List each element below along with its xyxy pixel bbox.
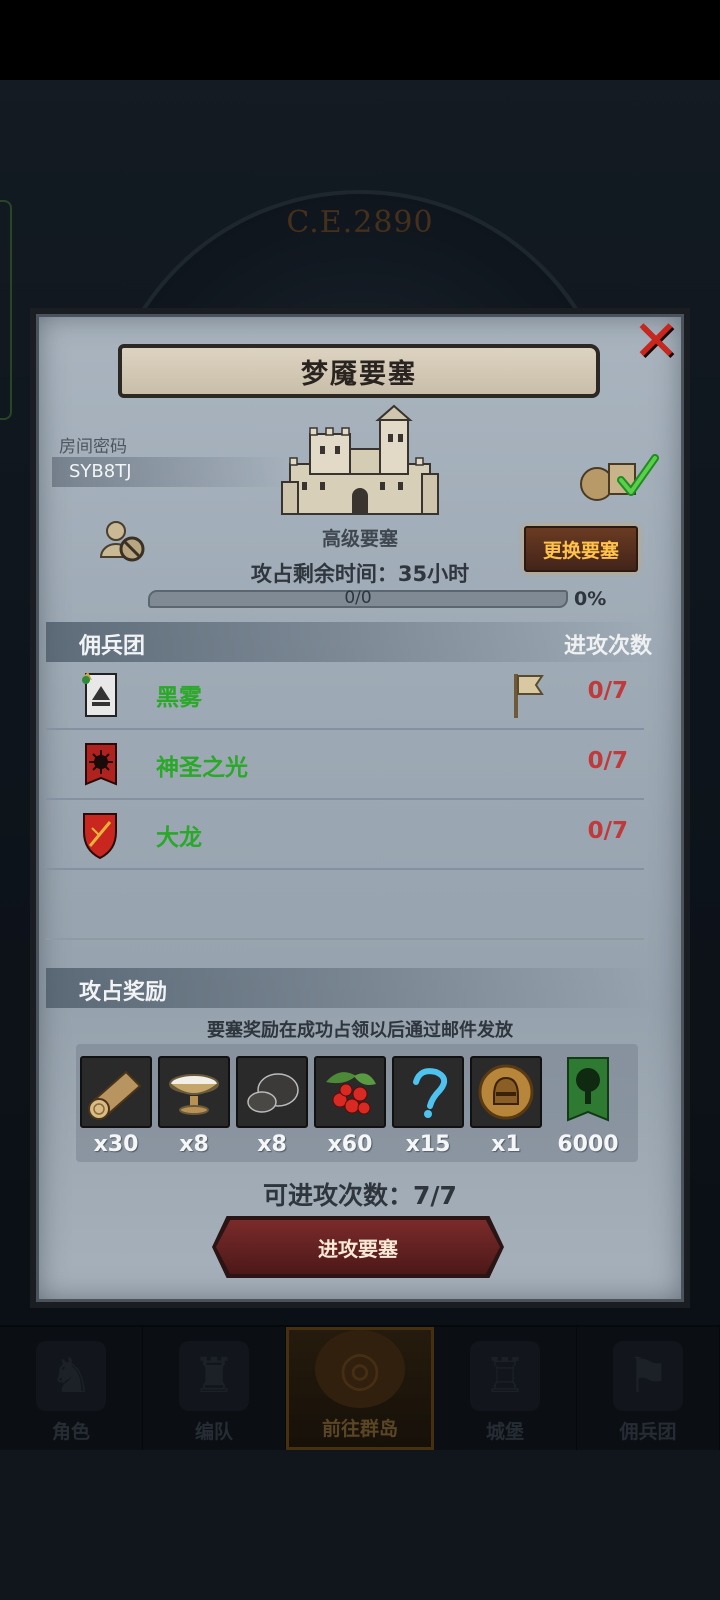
reward-qty: x8 xyxy=(179,1132,209,1157)
reward-item[interactable]: x15 xyxy=(392,1056,464,1157)
close-button[interactable]: ✕ xyxy=(628,314,684,370)
progress-text: 0/0 xyxy=(344,588,372,608)
reward-item[interactable]: x8 xyxy=(158,1056,230,1157)
mercenary-name: 大龙 xyxy=(156,825,202,851)
mercenary-name: 黑雾 xyxy=(156,685,202,711)
attack-count-header-label: 进攻次数 xyxy=(563,634,652,659)
wood-log-icon xyxy=(80,1056,152,1128)
supplies-check-icon[interactable] xyxy=(577,450,659,502)
castle-image xyxy=(281,404,439,515)
holy-light-banner-icon xyxy=(85,743,117,786)
berries-icon xyxy=(314,1056,386,1128)
available-attacks: 可进攻次数：7/7 xyxy=(263,1181,457,1210)
status-bar xyxy=(0,0,720,80)
reward-qty: x1 xyxy=(491,1132,521,1157)
empty-mercenary-slot xyxy=(46,872,644,940)
attack-count: 0/7 xyxy=(587,818,628,844)
rewards-header-label: 攻占奖励 xyxy=(79,980,168,1005)
mercenary-section-header: 佣兵团 进攻次数 xyxy=(46,622,654,662)
reward-item[interactable]: x60 xyxy=(314,1056,386,1157)
dialog-title: 梦魇要塞 xyxy=(118,344,600,398)
reward-item[interactable]: x30 xyxy=(80,1056,152,1157)
reward-qty: x60 xyxy=(327,1132,373,1157)
tree-banner-icon xyxy=(552,1056,624,1128)
mercenary-row[interactable]: 神圣之光 0/7 xyxy=(46,732,644,800)
mercenary-header-label: 佣兵团 xyxy=(79,634,146,659)
fortress-dialog: 梦魇要塞 ✕ 房间密码 SYB8TJ 高级要塞 攻占剩余时间：35小时 更换要塞… xyxy=(30,308,690,1308)
close-icon: ✕ xyxy=(632,309,680,374)
attack-fortress-button[interactable]: 进攻要塞 xyxy=(216,1220,500,1274)
stone-ore-icon xyxy=(236,1056,308,1128)
flag-icon xyxy=(514,674,544,718)
rewards-section-header: 攻占奖励 xyxy=(46,968,654,1008)
progress-percent: 0% xyxy=(574,588,607,610)
mercenary-row[interactable]: 黑雾 0/7 xyxy=(46,662,644,730)
reward-item[interactable]: 6000 xyxy=(548,1056,628,1157)
no-user-icon xyxy=(99,521,145,562)
attack-count: 0/7 xyxy=(587,748,628,774)
reward-qty: x30 xyxy=(93,1132,139,1157)
reward-qty: x8 xyxy=(257,1132,287,1157)
reward-item[interactable]: x8 xyxy=(236,1056,308,1157)
mystery-swirl-icon xyxy=(392,1056,464,1128)
reward-note: 要塞奖励在成功占领以后通过邮件发放 xyxy=(207,1020,513,1041)
room-code-label: 房间密码 xyxy=(59,437,127,457)
room-code-value[interactable]: SYB8TJ xyxy=(52,457,287,487)
reward-qty: 6000 xyxy=(557,1132,619,1157)
mercenary-name: 神圣之光 xyxy=(156,755,248,781)
helmet-coin-icon xyxy=(470,1056,542,1128)
attack-count: 0/7 xyxy=(587,678,628,704)
salt-bowl-icon xyxy=(158,1056,230,1128)
capture-progress-bar: 0/0 xyxy=(148,588,568,608)
reward-qty: x15 xyxy=(405,1132,451,1157)
dragon-shield-icon xyxy=(83,813,117,860)
change-fortress-button[interactable]: 更换要塞 xyxy=(524,526,638,572)
black-fog-banner-icon xyxy=(82,672,117,717)
mercenary-row[interactable]: 大龙 0/7 xyxy=(46,802,644,870)
reward-item[interactable]: x1 xyxy=(470,1056,542,1157)
